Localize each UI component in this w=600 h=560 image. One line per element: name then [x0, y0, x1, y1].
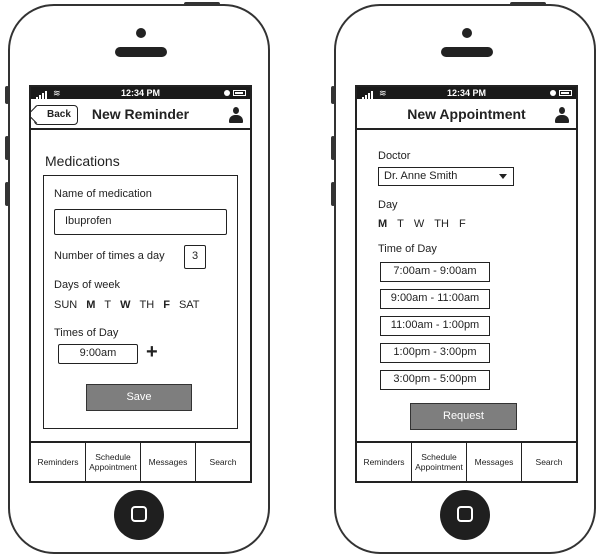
medication-name-label: Name of medication	[54, 188, 152, 200]
mute-switch	[5, 86, 9, 104]
page-title: New Reminder	[91, 106, 190, 122]
day-option[interactable]: T	[104, 299, 111, 311]
day-option[interactable]: M	[86, 299, 95, 311]
doctor-select-value: Dr. Anne Smith	[384, 170, 458, 182]
status-bar: ≋ 12:34 PM	[357, 87, 576, 99]
camera	[136, 28, 146, 38]
home-button[interactable]	[114, 490, 164, 540]
day-option[interactable]: TH	[434, 218, 449, 230]
day-label: Day	[378, 199, 398, 211]
day-option[interactable]: T	[397, 218, 404, 230]
phone-left: ≋ 12:34 PM Back New Reminder Medications…	[5, 2, 270, 554]
time-slot[interactable]: 11:00am - 1:00pm	[380, 316, 490, 336]
speaker	[115, 47, 167, 57]
days-of-week-selector: SUN M T W TH F SAT	[54, 299, 209, 311]
tab-reminders[interactable]: Reminders	[357, 443, 412, 481]
home-button[interactable]	[440, 490, 490, 540]
doctor-select[interactable]: Dr. Anne Smith	[378, 167, 514, 186]
save-button[interactable]: Save	[86, 384, 192, 411]
times-per-day-input[interactable]: 3	[184, 245, 206, 269]
medication-form: Name of medication Ibuprofen Number of t…	[43, 175, 238, 429]
speaker	[441, 47, 493, 57]
chevron-down-icon	[499, 174, 507, 179]
user-icon[interactable]	[229, 107, 243, 123]
doctor-label: Doctor	[378, 150, 411, 162]
section-title: Medications	[45, 153, 120, 169]
time-input[interactable]: 9:00am	[58, 344, 138, 364]
tab-schedule-appointment[interactable]: Schedule Appointment	[86, 443, 141, 481]
day-option[interactable]: F	[459, 218, 466, 230]
day-option[interactable]: SAT	[179, 299, 200, 311]
medication-name-input[interactable]: Ibuprofen	[54, 209, 227, 235]
tab-schedule-appointment[interactable]: Schedule Appointment	[412, 443, 467, 481]
nav-bar: New Appointment	[357, 99, 576, 130]
phone-right: ≋ 12:34 PM New Appointment Doctor Dr. An…	[331, 2, 596, 554]
time-slot[interactable]: 9:00am - 11:00am	[380, 289, 490, 309]
appointment-screen: ≋ 12:34 PM New Appointment Doctor Dr. An…	[355, 85, 578, 483]
tab-messages[interactable]: Messages	[467, 443, 522, 481]
tab-reminders[interactable]: Reminders	[31, 443, 86, 481]
status-bar: ≋ 12:34 PM	[31, 87, 250, 99]
volume-up-button	[5, 136, 9, 160]
status-time: 12:34 PM	[446, 88, 487, 98]
alarm-icon	[550, 90, 556, 96]
day-option[interactable]: SUN	[54, 299, 77, 311]
time-slot[interactable]: 1:00pm - 3:00pm	[380, 343, 490, 363]
nav-bar: Back New Reminder	[31, 99, 250, 130]
status-time: 12:34 PM	[120, 88, 161, 98]
add-time-icon[interactable]: +	[146, 342, 158, 362]
times-of-day-label: Times of Day	[54, 327, 119, 339]
times-per-day-label: Number of times a day	[54, 250, 165, 262]
tab-search[interactable]: Search	[522, 443, 576, 481]
battery-icon	[233, 90, 246, 96]
user-icon[interactable]	[555, 107, 569, 123]
time-of-day-label: Time of Day	[378, 243, 437, 255]
tab-bar: Reminders Schedule Appointment Messages …	[31, 441, 250, 481]
time-slot[interactable]: 3:00pm - 5:00pm	[380, 370, 490, 390]
power-button	[510, 2, 546, 6]
battery-icon	[559, 90, 572, 96]
time-slot[interactable]: 7:00am - 9:00am	[380, 262, 490, 282]
page-title: New Appointment	[407, 106, 526, 122]
power-button	[184, 2, 220, 6]
tab-bar: Reminders Schedule Appointment Messages …	[357, 441, 576, 481]
day-option[interactable]: F	[163, 299, 170, 311]
volume-up-button	[331, 136, 335, 160]
day-option[interactable]: W	[120, 299, 130, 311]
volume-down-button	[5, 182, 9, 206]
mute-switch	[331, 86, 335, 104]
volume-down-button	[331, 182, 335, 206]
tab-search[interactable]: Search	[196, 443, 250, 481]
alarm-icon	[224, 90, 230, 96]
camera	[462, 28, 472, 38]
day-option[interactable]: M	[378, 218, 387, 230]
tab-messages[interactable]: Messages	[141, 443, 196, 481]
reminder-screen: ≋ 12:34 PM Back New Reminder Medications…	[29, 85, 252, 483]
day-selector: M T W TH F	[378, 218, 476, 230]
request-button[interactable]: Request	[410, 403, 517, 430]
days-of-week-label: Days of week	[54, 279, 121, 291]
day-option[interactable]: W	[414, 218, 424, 230]
day-option[interactable]: TH	[140, 299, 155, 311]
